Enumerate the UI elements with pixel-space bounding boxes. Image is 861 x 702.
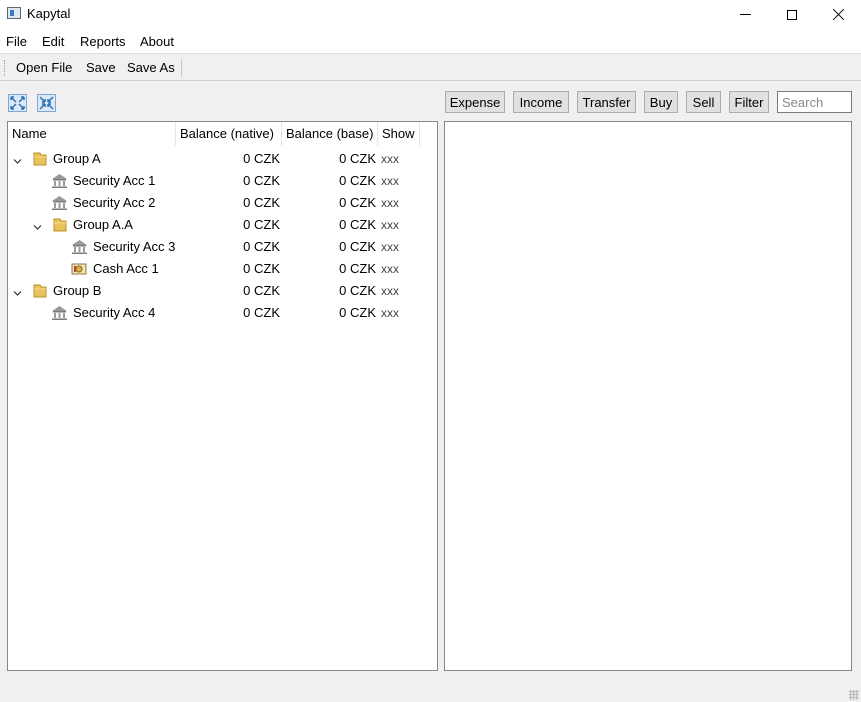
- close-button[interactable]: [815, 0, 861, 29]
- detail-panel: [444, 121, 852, 671]
- main-toolbar: Open File Save Save As: [0, 53, 861, 81]
- account-name: Group A.A: [73, 217, 133, 232]
- balance-native: 0 CZK: [243, 217, 280, 232]
- tree-row[interactable]: Group B 0 CZK 0 CZK xxx: [8, 280, 437, 302]
- collapse-all-button[interactable]: [37, 94, 56, 112]
- menu-edit[interactable]: Edit: [42, 34, 64, 49]
- balance-base: 0 CZK: [339, 305, 376, 320]
- balance-base: 0 CZK: [339, 195, 376, 210]
- save-button[interactable]: Save: [86, 60, 116, 75]
- sell-button[interactable]: Sell: [686, 91, 721, 113]
- account-name: Cash Acc 1: [93, 261, 159, 276]
- balance-base: 0 CZK: [339, 217, 376, 232]
- balance-base: 0 CZK: [339, 173, 376, 188]
- column-header-show[interactable]: Show: [378, 122, 420, 146]
- tree-header: Name Balance (native) Balance (base) Sho…: [8, 122, 437, 146]
- bank-icon: [71, 239, 88, 255]
- balance-native: 0 CZK: [243, 305, 280, 320]
- menu-file[interactable]: File: [6, 34, 27, 49]
- account-name: Security Acc 1: [73, 173, 156, 188]
- chevron-down-icon[interactable]: [13, 154, 22, 164]
- open-file-button[interactable]: Open File: [16, 60, 72, 75]
- resize-grip-icon[interactable]: [849, 690, 859, 700]
- minimize-icon: [739, 14, 751, 15]
- show-value[interactable]: xxx: [381, 170, 399, 192]
- bank-icon: [51, 173, 68, 189]
- balance-native: 0 CZK: [243, 239, 280, 254]
- menu-reports[interactable]: Reports: [80, 34, 126, 49]
- account-name: Security Acc 4: [73, 305, 156, 320]
- balance-base: 0 CZK: [339, 239, 376, 254]
- balance-native: 0 CZK: [243, 261, 280, 276]
- buy-button[interactable]: Buy: [644, 91, 678, 113]
- search-input[interactable]: Search: [777, 91, 852, 113]
- tree-row[interactable]: Group A.A 0 CZK 0 CZK xxx: [8, 214, 437, 236]
- collapse-all-icon: [39, 96, 54, 110]
- show-value[interactable]: xxx: [381, 192, 399, 214]
- account-name: Group A: [53, 151, 101, 166]
- show-value[interactable]: xxx: [381, 214, 399, 236]
- tree-row[interactable]: Security Acc 2 0 CZK 0 CZK xxx: [8, 192, 437, 214]
- balance-native: 0 CZK: [243, 195, 280, 210]
- title-bar[interactable]: Kapytal: [0, 0, 861, 29]
- tree-row[interactable]: Security Acc 1 0 CZK 0 CZK xxx: [8, 170, 437, 192]
- chevron-down-icon[interactable]: [13, 286, 22, 296]
- tree-row[interactable]: Security Acc 4 0 CZK 0 CZK xxx: [8, 302, 437, 324]
- tree-row[interactable]: Cash Acc 1 0 CZK 0 CZK xxx: [8, 258, 437, 280]
- column-header-balance-native[interactable]: Balance (native): [176, 122, 282, 146]
- account-name: Security Acc 3: [93, 239, 176, 254]
- window-title: Kapytal: [27, 6, 71, 21]
- balance-base: 0 CZK: [339, 261, 376, 276]
- show-value[interactable]: xxx: [381, 258, 399, 280]
- show-value[interactable]: xxx: [381, 236, 399, 258]
- tree-row[interactable]: Security Acc 3 0 CZK 0 CZK xxx: [8, 236, 437, 258]
- menu-bar: File Edit Reports About: [0, 29, 861, 53]
- expense-button[interactable]: Expense: [445, 91, 505, 113]
- expand-all-icon: [10, 96, 25, 110]
- balance-native: 0 CZK: [243, 173, 280, 188]
- toolbar-separator: [181, 59, 182, 77]
- folder-icon: [31, 283, 48, 299]
- save-as-button[interactable]: Save As: [127, 60, 175, 75]
- account-name: Group B: [53, 283, 102, 298]
- expand-all-button[interactable]: [8, 94, 27, 112]
- toolbar-grip[interactable]: [4, 60, 6, 76]
- cash-icon: [71, 261, 88, 277]
- app-icon: [7, 7, 21, 19]
- column-header-balance-base[interactable]: Balance (base): [282, 122, 378, 146]
- transfer-button[interactable]: Transfer: [577, 91, 636, 113]
- folder-icon: [31, 151, 48, 167]
- column-header-name[interactable]: Name: [8, 122, 176, 146]
- bank-icon: [51, 195, 68, 211]
- balance-base: 0 CZK: [339, 283, 376, 298]
- balance-native: 0 CZK: [243, 283, 280, 298]
- show-value[interactable]: xxx: [381, 280, 399, 302]
- minimize-button[interactable]: [722, 0, 768, 29]
- account-tree[interactable]: Name Balance (native) Balance (base) Sho…: [7, 121, 438, 671]
- balance-native: 0 CZK: [243, 151, 280, 166]
- balance-base: 0 CZK: [339, 151, 376, 166]
- account-name: Security Acc 2: [73, 195, 156, 210]
- maximize-icon: [787, 9, 797, 20]
- folder-icon: [51, 217, 68, 233]
- chevron-down-icon[interactable]: [33, 220, 42, 230]
- filter-button[interactable]: Filter: [729, 91, 769, 113]
- show-value[interactable]: xxx: [381, 302, 399, 324]
- menu-about[interactable]: About: [140, 34, 174, 49]
- show-value[interactable]: xxx: [381, 148, 399, 170]
- maximize-button[interactable]: [769, 0, 815, 29]
- income-button[interactable]: Income: [513, 91, 569, 113]
- close-icon: [832, 8, 845, 21]
- tree-row[interactable]: Group A 0 CZK 0 CZK xxx: [8, 148, 437, 170]
- bank-icon: [51, 305, 68, 321]
